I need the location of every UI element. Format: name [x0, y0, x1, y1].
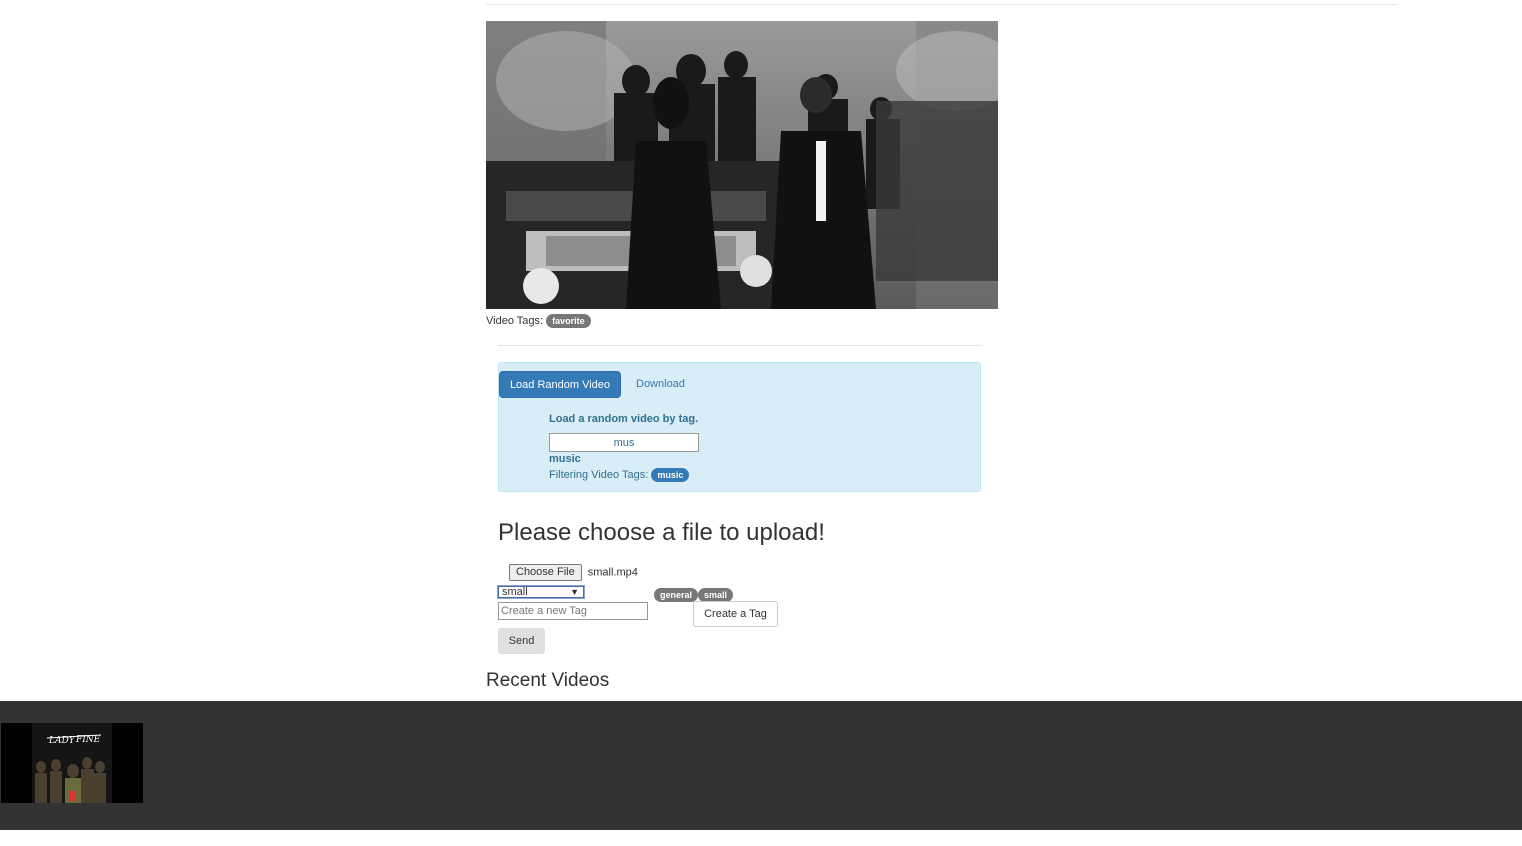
random-video-panel: Load Random Video Download Load a random…: [498, 362, 981, 492]
tab-download[interactable]: Download: [636, 371, 685, 398]
chosen-file-name: small.mp4: [587, 566, 638, 579]
file-picker: Choose File small.mp4: [509, 564, 638, 581]
tag-select-value: small: [502, 586, 528, 598]
video-player[interactable]: [486, 21, 998, 309]
random-panel-heading: Load a random video by tag.: [549, 413, 699, 425]
new-tag-input[interactable]: Create a new Tag: [498, 602, 648, 620]
dropdown-arrow-icon: ▼: [570, 587, 579, 597]
top-divider: [486, 4, 1397, 5]
tag-suggestion-music[interactable]: music: [549, 453, 581, 465]
svg-text:FINE: FINE: [75, 735, 101, 745]
recent-videos-title: Recent Videos: [486, 670, 610, 691]
video-tags-label: Video Tags:: [486, 314, 544, 327]
tag-search-input[interactable]: [549, 433, 699, 452]
send-button[interactable]: Send: [498, 628, 545, 654]
recent-videos-strip: LADY FINE: [0, 701, 1522, 830]
create-tag-button[interactable]: Create a Tag: [693, 601, 778, 627]
video-tags: Video Tags: favorite: [486, 314, 591, 328]
tag-badge-favorite[interactable]: favorite: [546, 314, 591, 328]
assigned-tag-general[interactable]: general: [654, 587, 699, 602]
choose-file-button[interactable]: Choose File: [509, 564, 582, 581]
section-divider: [498, 345, 981, 346]
video-frame-image: [486, 21, 998, 309]
assigned-tag-small[interactable]: small: [698, 587, 734, 602]
recent-video-thumbnail[interactable]: LADY FINE: [1, 723, 143, 803]
filter-tag-badge-music[interactable]: music: [651, 468, 690, 482]
svg-text:LADY: LADY: [48, 736, 76, 746]
tab-load-random-video[interactable]: Load Random Video: [499, 371, 621, 398]
thumbnail-image: LADY FINE: [1, 723, 143, 803]
tag-select[interactable]: small ▼: [497, 585, 585, 599]
upload-title: Please choose a file to upload!: [498, 519, 825, 546]
filtering-tags: Filtering Video Tags: music: [549, 468, 690, 482]
filtering-tags-label: Filtering Video Tags:: [549, 468, 649, 481]
assigned-tags: general small: [654, 587, 734, 602]
